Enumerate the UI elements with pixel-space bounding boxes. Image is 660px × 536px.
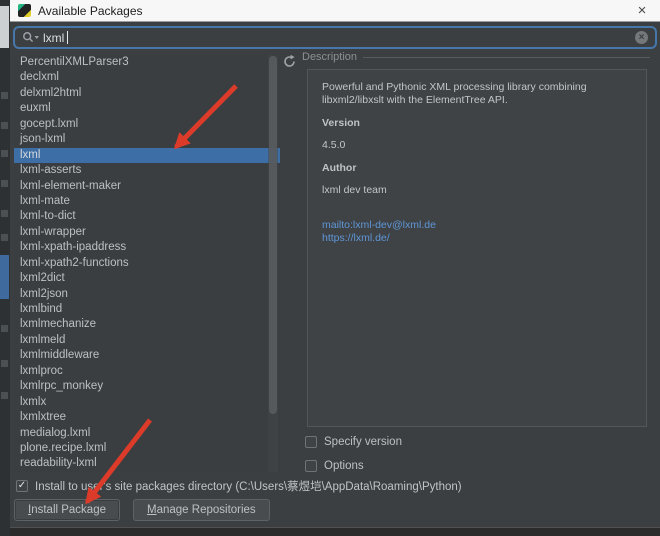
version-value: 4.5.0 — [322, 139, 632, 152]
close-icon[interactable]: × — [632, 3, 652, 18]
background-ide-strip — [0, 0, 10, 536]
toolstrip-fragment — [1, 392, 8, 399]
list-item[interactable]: lxml-mate — [14, 194, 280, 209]
toolstrip-fragment — [1, 150, 8, 157]
list-item[interactable]: plone.recipe.lxml — [14, 441, 280, 456]
list-item[interactable]: medialog.lxml — [14, 426, 280, 441]
scrollbar-thumb[interactable] — [269, 56, 277, 414]
list-item[interactable]: declxml — [14, 70, 280, 85]
toolstrip-fragment — [1, 92, 8, 99]
specify-version-label: Specify version — [324, 436, 402, 448]
toolstrip-fragment — [1, 122, 8, 129]
list-item[interactable]: lxml-xpath-ipaddress — [14, 240, 280, 255]
description-panel: Powerful and Pythonic XML processing lib… — [307, 69, 647, 427]
search-query-text: lxml — [43, 31, 64, 45]
toolstrip-selected-fragment — [0, 255, 9, 299]
search-icon — [22, 31, 40, 44]
specify-version-checkbox[interactable] — [305, 436, 317, 448]
package-links: mailto:lxml-dev@lxml.de https://lxml.de/ — [322, 219, 632, 245]
text-cursor — [67, 31, 68, 44]
list-item[interactable]: lxmlmechanize — [14, 317, 280, 332]
list-item[interactable]: lxmlbind — [14, 302, 280, 317]
list-item[interactable]: lxmlproc — [14, 364, 280, 379]
list-item[interactable]: lxmlmiddleware — [14, 348, 280, 363]
list-item[interactable]: gocept.lxml — [14, 117, 280, 132]
titled-border-line — [363, 57, 650, 58]
toolstrip-fragment — [1, 360, 8, 367]
list-item[interactable]: lxml2json — [14, 287, 280, 302]
mailto-link[interactable]: mailto:lxml-dev@lxml.de — [322, 219, 632, 232]
screenshot-root: Available Packages × lxml × PercentilXML… — [0, 0, 660, 536]
author-value: lxml dev team — [322, 184, 632, 197]
list-item[interactable]: lxml-asserts — [14, 163, 280, 178]
list-item[interactable]: euxml — [14, 101, 280, 116]
user-site-checkbox[interactable]: ✓ — [16, 480, 28, 492]
dialog-buttons: Install Package Manage Repositories — [14, 499, 270, 521]
search-input[interactable]: lxml × — [13, 26, 657, 49]
list-item[interactable]: lxml-wrapper — [14, 225, 280, 240]
background-editor-fragment — [0, 6, 9, 48]
user-site-label: Install to user's site packages director… — [35, 478, 462, 494]
user-site-row: ✓ Install to user's site packages direct… — [16, 478, 462, 494]
list-item[interactable]: readability-lxml — [14, 456, 280, 471]
toolstrip-fragment — [1, 210, 8, 217]
list-item[interactable]: lxmlmeld — [14, 333, 280, 348]
version-label: Version — [322, 117, 632, 130]
toolstrip-fragment — [1, 234, 8, 241]
dialog-titlebar: Available Packages × — [10, 0, 660, 22]
list-item[interactable]: lxml-element-maker — [14, 179, 280, 194]
options-checkbox[interactable] — [305, 460, 317, 472]
package-list[interactable]: PercentilXMLParser3declxmldelxml2htmleux… — [14, 55, 280, 472]
specify-version-row: Specify version 4.5.0 ▾ — [305, 433, 402, 451]
search-options-arrow-icon — [35, 36, 40, 39]
author-label: Author — [322, 162, 632, 175]
homepage-link[interactable]: https://lxml.de/ — [322, 232, 632, 245]
list-item[interactable]: lxml — [14, 148, 280, 163]
list-item[interactable]: lxml2dict — [14, 271, 280, 286]
list-scrollbar[interactable] — [268, 55, 278, 472]
list-item[interactable]: lxmlxtree — [14, 410, 280, 425]
list-item[interactable]: json-lxml — [14, 132, 280, 147]
list-item[interactable]: PercentilXMLParser3 — [14, 55, 280, 70]
toolstrip-fragment — [1, 180, 8, 187]
dialog-title: Available Packages — [38, 4, 143, 18]
list-item[interactable]: lxml-xpath2-functions — [14, 256, 280, 271]
toolstrip-fragment — [1, 325, 8, 332]
description-group-header: Description — [302, 51, 650, 63]
list-item[interactable]: lxml-to-dict — [14, 209, 280, 224]
description-label: Description — [302, 51, 357, 63]
package-summary: Powerful and Pythonic XML processing lib… — [322, 81, 632, 107]
options-row: Options — [305, 457, 364, 475]
list-item[interactable]: lxmlrpc_monkey — [14, 379, 280, 394]
clear-search-icon[interactable]: × — [635, 31, 648, 44]
list-item[interactable]: lxmlx — [14, 395, 280, 410]
available-packages-dialog: Available Packages × lxml × PercentilXML… — [10, 0, 660, 528]
options-label: Options — [324, 460, 364, 472]
pycharm-icon — [18, 4, 31, 17]
refresh-icon[interactable] — [282, 54, 297, 69]
manage-repositories-button[interactable]: Manage Repositories — [133, 499, 270, 521]
install-package-button[interactable]: Install Package — [14, 499, 120, 521]
list-item[interactable]: delxml2html — [14, 86, 280, 101]
